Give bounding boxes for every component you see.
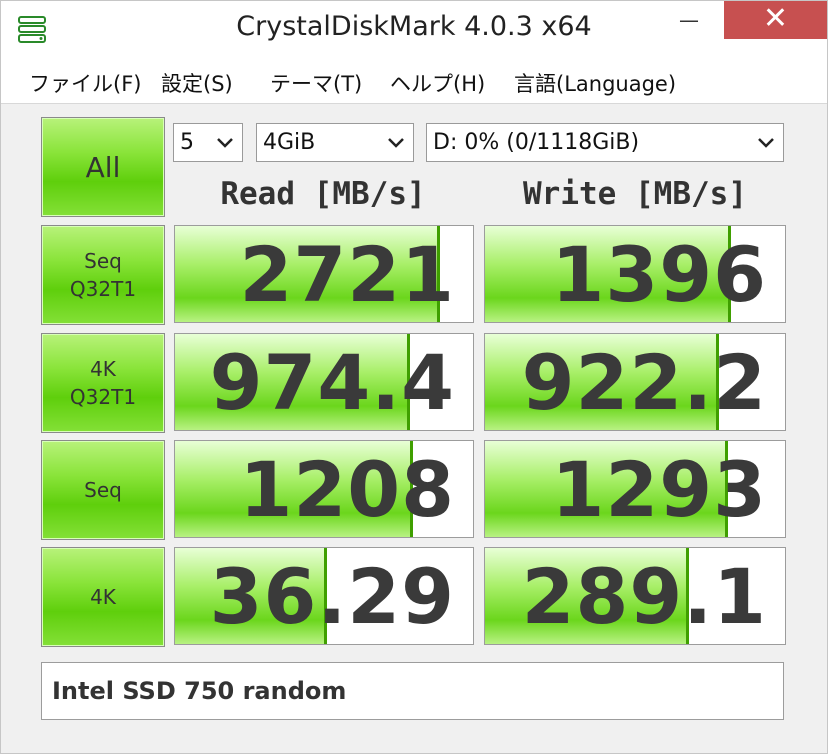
menu-theme[interactable]: テーマ(T) bbox=[270, 68, 362, 98]
test-button-0[interactable]: Seq Q32T1 bbox=[41, 225, 165, 325]
test-button-3[interactable]: 4K bbox=[41, 547, 165, 647]
read-score-value: 36.29 bbox=[209, 552, 455, 641]
read-column-header: Read [MB/s] bbox=[220, 176, 426, 212]
write-result-0: 1396 bbox=[484, 225, 786, 323]
read-result-2: 1208 bbox=[174, 440, 474, 538]
read-score-value: 1208 bbox=[239, 445, 455, 534]
chevron-down-icon bbox=[758, 138, 774, 148]
write-column-header: Write [MB/s] bbox=[523, 176, 747, 212]
test-label-line1: 4K bbox=[90, 585, 116, 609]
menu-file[interactable]: ファイル(F) bbox=[29, 68, 141, 98]
drive-value: D: 0% (0/1118GiB) bbox=[433, 130, 640, 155]
menu-settings[interactable]: 設定(S) bbox=[161, 68, 233, 98]
test-size-select[interactable]: 4GiB bbox=[256, 123, 414, 162]
write-score-value: 1396 bbox=[551, 230, 767, 319]
minimize-button[interactable]: — bbox=[666, 1, 712, 39]
test-label-line1: Seq bbox=[84, 249, 122, 273]
chevron-down-icon bbox=[217, 138, 233, 148]
test-count-value: 5 bbox=[180, 130, 194, 155]
read-score-value: 2721 bbox=[239, 230, 455, 319]
write-score-value: 922.2 bbox=[521, 338, 767, 427]
drive-select[interactable]: D: 0% (0/1118GiB) bbox=[426, 123, 784, 162]
test-label-line1: Seq bbox=[84, 478, 122, 502]
title-bar[interactable]: CrystalDiskMark 4.0.3 x64 — ☐ ✕ bbox=[1, 1, 827, 59]
write-result-2: 1293 bbox=[484, 440, 786, 538]
write-score-value: 1293 bbox=[551, 445, 767, 534]
comment-field[interactable]: Intel SSD 750 random bbox=[41, 662, 784, 720]
all-button-label: All bbox=[85, 150, 121, 184]
menu-bar: ファイル(F) 設定(S) テーマ(T) ヘルプ(H) 言語(Language) bbox=[1, 59, 827, 104]
test-size-value: 4GiB bbox=[263, 130, 316, 155]
chevron-down-icon bbox=[388, 138, 404, 148]
test-label-line2: Q32T1 bbox=[69, 385, 137, 409]
read-result-0: 2721 bbox=[174, 225, 474, 323]
write-result-1: 922.2 bbox=[484, 333, 786, 431]
test-button-2[interactable]: Seq bbox=[41, 440, 165, 540]
read-result-3: 36.29 bbox=[174, 547, 474, 645]
test-button-1[interactable]: 4K Q32T1 bbox=[41, 333, 165, 433]
close-button[interactable]: ✕ bbox=[724, 1, 827, 39]
write-result-3: 289.1 bbox=[484, 547, 786, 645]
test-count-select[interactable]: 5 bbox=[173, 123, 243, 162]
read-score-value: 974.4 bbox=[209, 338, 455, 427]
all-tests-button[interactable]: All bbox=[41, 117, 165, 217]
test-label-line1: 4K bbox=[90, 357, 116, 381]
menu-language[interactable]: 言語(Language) bbox=[514, 68, 676, 98]
test-label-line2: Q32T1 bbox=[69, 277, 137, 301]
menu-help[interactable]: ヘルプ(H) bbox=[390, 68, 485, 98]
read-result-1: 974.4 bbox=[174, 333, 474, 431]
write-score-value: 289.1 bbox=[521, 552, 767, 641]
